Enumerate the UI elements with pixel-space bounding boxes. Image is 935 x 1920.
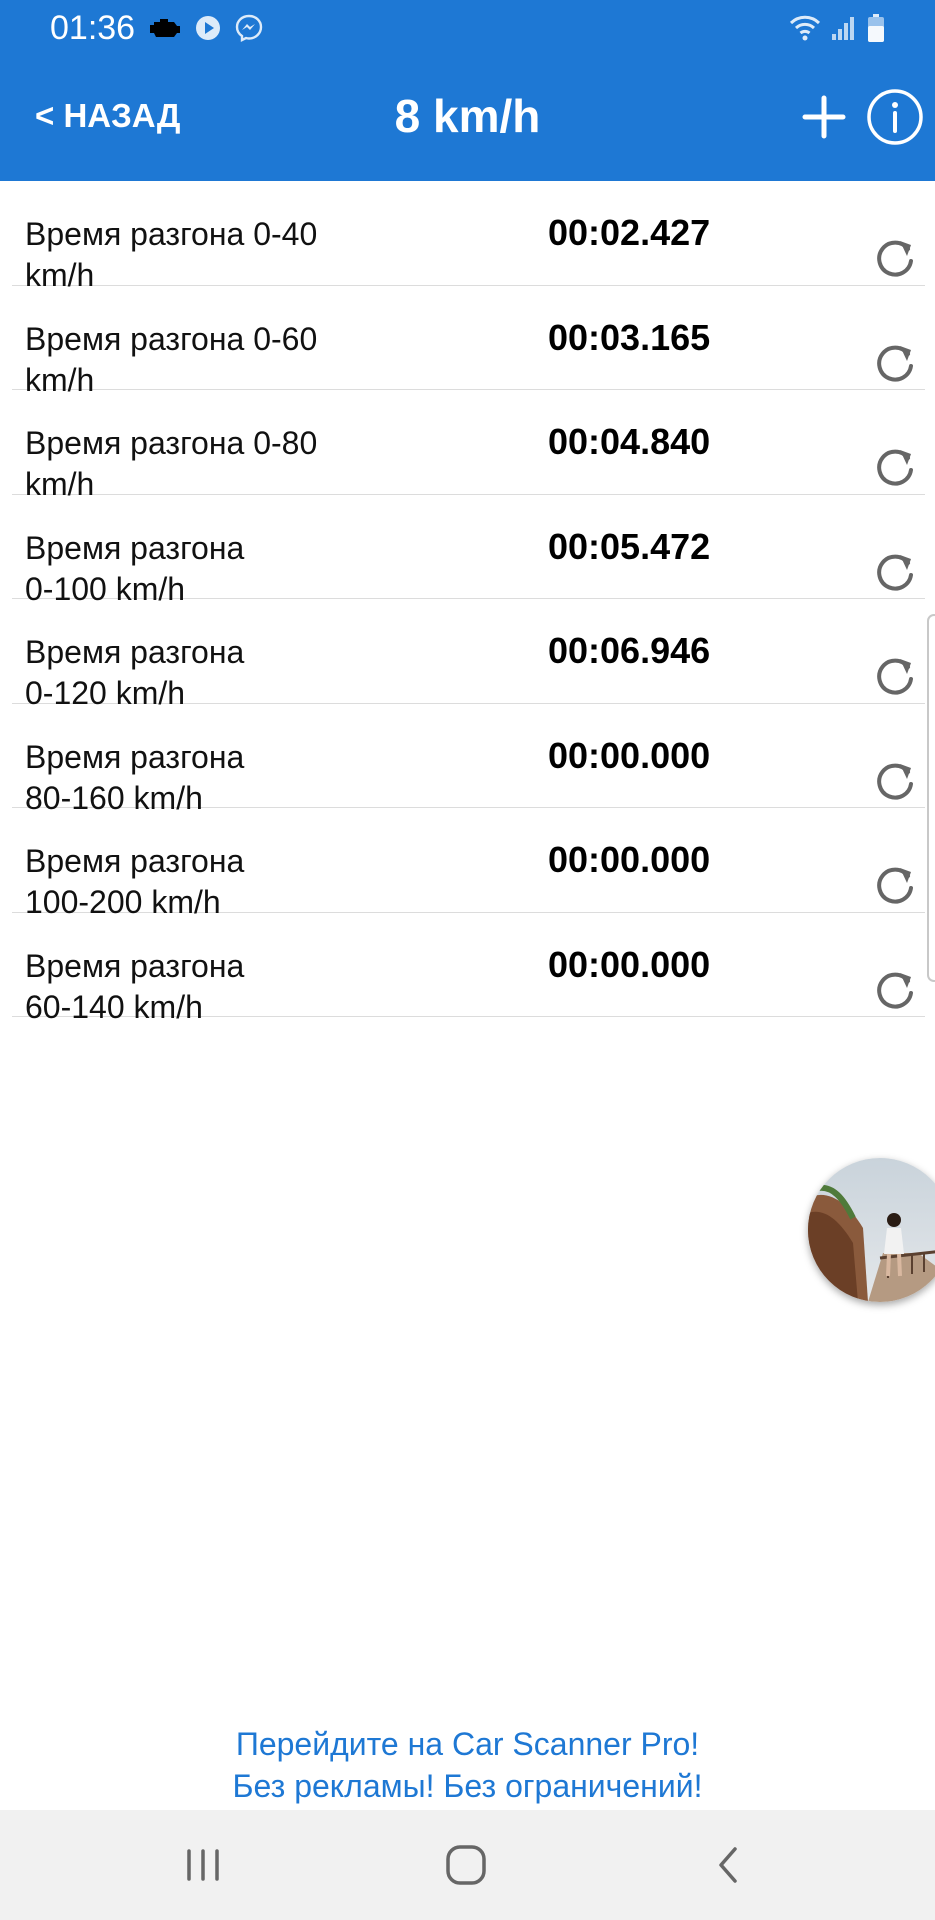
list-item: Время разгона 0-80 km/h 00:04.840 [12,390,925,502]
chat-head-avatar[interactable] [808,1158,935,1302]
plus-icon[interactable] [799,92,849,142]
promo-link[interactable]: Перейдите на Car Scanner Pro! Без реклам… [0,1723,935,1807]
result-label: Время разгона 60-140 km/h [25,947,245,1025]
refresh-icon[interactable] [870,338,920,388]
result-label: Время разгона 0-100 km/h [25,529,245,607]
page-title: 8 km/h [394,90,541,142]
refresh-icon[interactable] [870,547,920,597]
result-label: Время разгона 100-200 km/h [25,843,245,920]
refresh-icon[interactable] [870,233,920,283]
list-item: Время разгона 80-160 km/h 00:00.000 [12,704,925,816]
promo-line-2: Без рекламы! Без ограничений! [232,1768,703,1804]
screen: 01:36 < НАЗАД 8 km/h Время разгона 0-40 … [0,0,935,1920]
back-icon[interactable] [701,1837,757,1893]
result-label: Время разгона 80-160 km/h [25,738,245,816]
list-item: Время разгона 100-200 km/h 00:00.000 [12,808,925,920]
refresh-icon[interactable] [870,860,920,910]
list-item: Время разгона 0-40 km/h 00:02.427 [12,181,925,293]
status-time: 01:36 [50,9,136,47]
car-engine-icon [148,17,182,39]
wifi-icon [789,14,821,42]
refresh-icon[interactable] [870,965,920,1015]
status-icons-right [789,11,885,45]
status-icons-left [148,11,264,45]
result-label: Время разгона 0-60 km/h [25,320,318,398]
list-item: Время разгона 0-60 km/h 00:03.165 [12,286,925,398]
result-label: Время разгона 0-80 km/h [25,425,318,502]
result-time: 00:03.165 [548,316,711,358]
result-label: Время разгона 0-120 km/h [25,634,245,711]
result-time: 00:00.000 [548,734,711,776]
messenger-icon [234,13,264,43]
list-item: Время разгона 0-100 km/h 00:05.472 [12,495,925,607]
refresh-icon[interactable] [870,756,920,806]
refresh-icon[interactable] [870,442,920,492]
result-time: 00:00.000 [548,839,711,880]
recent-apps-icon[interactable] [175,1837,231,1893]
result-label: Время разгона 0-40 km/h [25,216,318,293]
battery-icon [867,13,885,43]
result-time: 00:04.840 [548,421,711,462]
list-item: Время разгона 60-140 km/h 00:00.000 [12,913,925,1025]
home-icon[interactable] [438,1837,494,1893]
result-time: 00:02.427 [548,212,711,253]
result-time: 00:05.472 [548,525,711,567]
result-time: 00:00.000 [548,943,711,985]
signal-icon [831,14,857,42]
app-bar: < НАЗАД 8 km/h [0,56,935,181]
info-icon[interactable] [866,88,924,146]
play-circle-icon [194,14,222,42]
result-time: 00:06.946 [548,630,711,671]
list-item: Время разгона 0-120 km/h 00:06.946 [12,599,925,711]
promo-line-1: Перейдите на Car Scanner Pro! [235,1726,700,1762]
top-bar: 01:36 < НАЗАД 8 km/h [0,0,935,181]
refresh-icon[interactable] [870,651,920,701]
edge-panel-handle[interactable] [927,614,935,982]
results-list: Время разгона 0-40 km/h 00:02.427 Время … [0,181,935,1025]
navigation-bar [0,1810,935,1920]
status-bar: 01:36 [0,0,935,56]
